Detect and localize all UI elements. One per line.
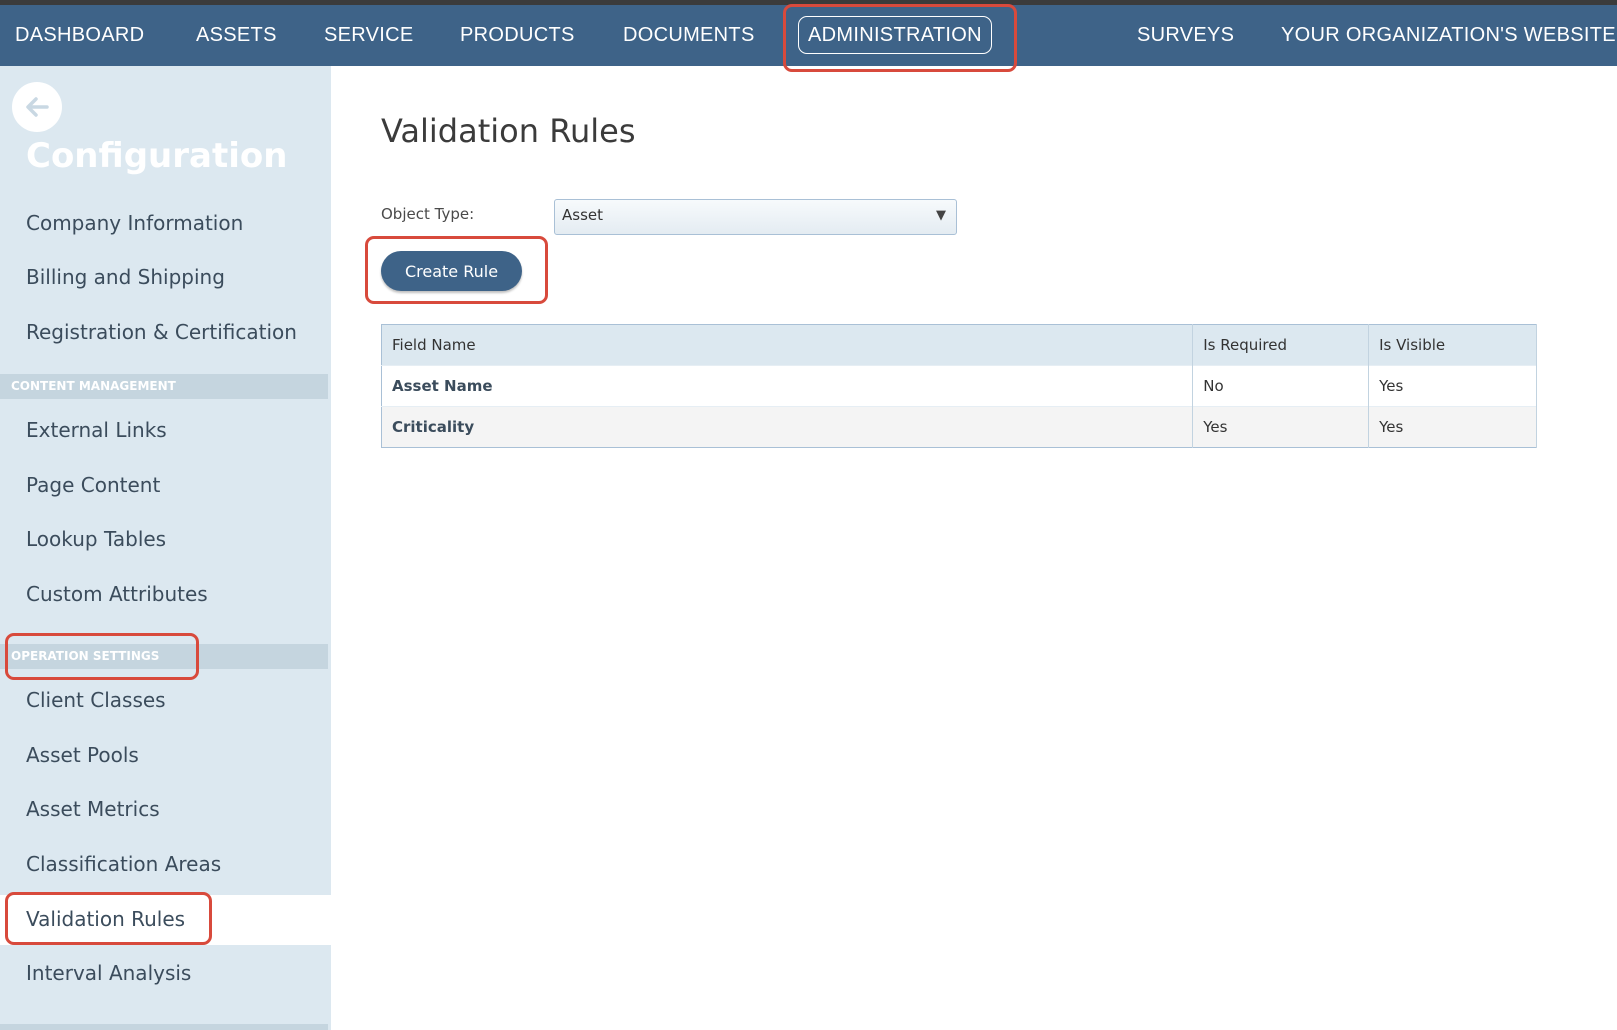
sidebar-item-label: External Links xyxy=(26,418,167,442)
sidebar-item-classification-areas[interactable]: Classification Areas xyxy=(26,852,221,876)
table-row[interactable]: Criticality Yes Yes xyxy=(381,406,1537,448)
section-header-operation-settings: OPERATION SETTINGS xyxy=(0,644,328,669)
nav-label: SERVICE xyxy=(324,24,414,46)
nav-label: YOUR ORGANIZATION'S WEBSITE xyxy=(1281,24,1616,46)
sidebar-item-billing-shipping[interactable]: Billing and Shipping xyxy=(26,265,225,289)
nav-products[interactable]: PRODUCTS xyxy=(460,5,575,66)
table-row[interactable]: Asset Name No Yes xyxy=(381,365,1537,407)
page-title: Validation Rules xyxy=(381,112,636,150)
cell-is-visible: Yes xyxy=(1368,406,1537,448)
nav-label: ASSETS xyxy=(196,24,277,46)
nav-dashboard[interactable]: DASHBOARD xyxy=(15,5,144,66)
nav-organization-website[interactable]: YOUR ORGANIZATION'S WEBSITE xyxy=(1281,5,1616,66)
sidebar-item-label: Billing and Shipping xyxy=(26,265,225,289)
nav-label: DOCUMENTS xyxy=(623,24,755,46)
cell-field-name[interactable]: Asset Name xyxy=(381,365,1194,407)
cell-is-required: Yes xyxy=(1192,406,1370,448)
create-rule-button[interactable]: Create Rule xyxy=(381,251,522,291)
object-type-value: Asset xyxy=(562,206,604,224)
nav-label: PRODUCTS xyxy=(460,24,575,46)
sidebar-item-interval-analysis[interactable]: Interval Analysis xyxy=(26,961,191,985)
sidebar-item-asset-metrics[interactable]: Asset Metrics xyxy=(26,797,160,821)
section-header-content-management: CONTENT MANAGEMENT xyxy=(0,374,328,399)
sidebar-item-label: Validation Rules xyxy=(26,907,186,931)
nav-surveys[interactable]: SURVEYS xyxy=(1137,5,1234,66)
sidebar-item-label: Interval Analysis xyxy=(26,961,192,985)
sidebar-item-label: Registration & Certification xyxy=(26,320,297,344)
top-navigation: DASHBOARD ASSETS SERVICE PRODUCTS DOCUME… xyxy=(0,5,1617,66)
validation-rules-table: Field Name Is Required Is Visible Asset … xyxy=(381,324,1537,448)
cell-is-visible: Yes xyxy=(1368,365,1537,407)
nav-label: DASHBOARD xyxy=(15,24,145,46)
nav-documents[interactable]: DOCUMENTS xyxy=(623,5,755,66)
nav-service[interactable]: SERVICE xyxy=(324,5,414,66)
nav-label: ADMINISTRATION xyxy=(798,16,992,54)
table-header-row: Field Name Is Required Is Visible xyxy=(381,324,1537,366)
sidebar-item-label: Company Information xyxy=(26,211,244,235)
sidebar: Configuration Company Information Billin… xyxy=(0,66,331,1030)
sidebar-item-lookup-tables[interactable]: Lookup Tables xyxy=(26,527,166,551)
sidebar-item-label: Classification Areas xyxy=(26,852,222,876)
nav-assets[interactable]: ASSETS xyxy=(196,5,277,66)
sidebar-item-label: Client Classes xyxy=(26,688,166,712)
sidebar-item-client-classes[interactable]: Client Classes xyxy=(26,688,166,712)
cell-field-name[interactable]: Criticality xyxy=(381,406,1194,448)
sidebar-item-registration-certification[interactable]: Registration & Certification xyxy=(26,320,297,344)
sidebar-item-label: Asset Pools xyxy=(26,743,139,767)
column-header-is-required[interactable]: Is Required xyxy=(1192,324,1370,366)
object-type-select[interactable]: Asset ▼ xyxy=(554,199,957,235)
sidebar-item-label: Page Content xyxy=(26,473,161,497)
cell-is-required: No xyxy=(1192,365,1370,407)
object-type-label: Object Type: xyxy=(381,205,475,223)
sidebar-item-label: Lookup Tables xyxy=(26,527,167,551)
sidebar-item-label: Custom Attributes xyxy=(26,582,208,606)
sidebar-title: Configuration xyxy=(26,136,288,176)
nav-administration[interactable]: ADMINISTRATION xyxy=(798,5,992,66)
column-header-field-name[interactable]: Field Name xyxy=(381,324,1194,366)
arrow-left-icon xyxy=(26,97,49,117)
column-header-is-visible[interactable]: Is Visible xyxy=(1368,324,1537,366)
nav-label: SURVEYS xyxy=(1137,24,1235,46)
sidebar-bottom-divider xyxy=(0,1024,328,1030)
dropdown-arrow-icon: ▼ xyxy=(936,208,946,223)
sidebar-item-asset-pools[interactable]: Asset Pools xyxy=(26,743,139,767)
sidebar-item-label: Asset Metrics xyxy=(26,797,160,821)
sidebar-item-company-information[interactable]: Company Information xyxy=(26,211,243,235)
sidebar-item-external-links[interactable]: External Links xyxy=(26,418,167,442)
back-button[interactable] xyxy=(12,82,62,132)
sidebar-item-custom-attributes[interactable]: Custom Attributes xyxy=(26,582,208,606)
sidebar-item-page-content[interactable]: Page Content xyxy=(26,473,160,497)
sidebar-item-validation-rules[interactable]: Validation Rules xyxy=(26,907,185,931)
